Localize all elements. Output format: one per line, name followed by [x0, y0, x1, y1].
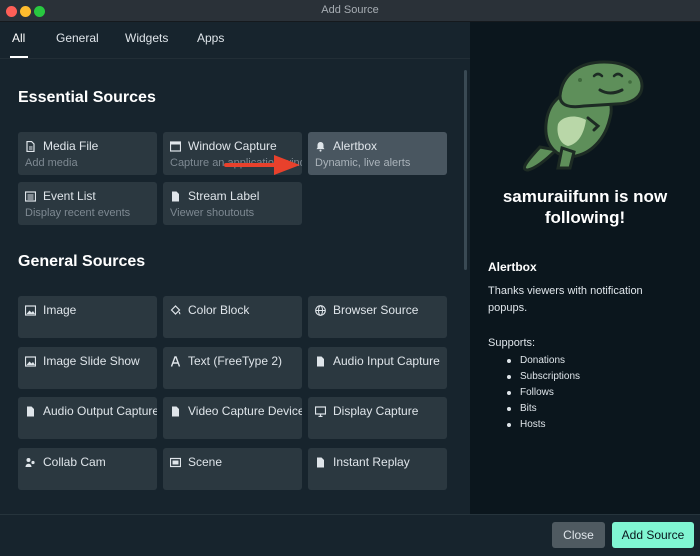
source-card-label: Image Slide Show [43, 354, 140, 368]
file-icon [317, 457, 324, 467]
source-card-label: Text (FreeType 2) [188, 354, 283, 368]
source-card-text-freetype[interactable]: Text (FreeType 2) [163, 347, 302, 389]
source-card-browser-source[interactable]: Browser Source [308, 296, 447, 338]
source-card-description: Display recent events [25, 207, 131, 219]
tabs-divider [0, 58, 470, 59]
dinosaur-mascot-icon [523, 60, 644, 172]
globe-icon [315, 304, 326, 316]
source-card-display-capture[interactable]: Display Capture [308, 397, 447, 439]
monitor-icon [315, 405, 326, 417]
source-preview-pane: samuraiifunn is now following! Alertbox … [470, 22, 700, 514]
file-icon [172, 406, 179, 416]
window-title: Add Source [321, 4, 379, 16]
source-card-label: Audio Input Capture [333, 354, 440, 368]
title-bar: Add Source [0, 0, 700, 22]
tab-general[interactable]: General [56, 31, 99, 45]
alert-preview-message: samuraiifunn is now following! [470, 186, 700, 228]
paint-bucket-icon [170, 304, 181, 315]
source-card-image[interactable]: Image [18, 296, 157, 338]
sources-pane: All General Widgets Apps Essential Sourc… [0, 22, 470, 514]
text-icon [170, 355, 181, 367]
bell-icon [316, 141, 325, 152]
users-icon [25, 457, 35, 467]
list-item: Donations [504, 353, 580, 369]
source-card-label: Browser Source [333, 303, 419, 317]
close-button[interactable]: Close [552, 522, 605, 548]
essential-sources-heading: Essential Sources [18, 89, 156, 106]
list-icon [25, 190, 36, 202]
source-card-media-file[interactable]: Media File Add media [18, 132, 157, 175]
source-card-label: Collab Cam [43, 455, 106, 469]
source-card-audio-output-capture[interactable]: Audio Output Capture [18, 397, 157, 439]
source-card-scene[interactable]: Scene [163, 448, 302, 490]
source-card-description: Dynamic, live alerts [315, 157, 411, 169]
file-icon [27, 406, 34, 416]
file-icon [172, 191, 179, 201]
source-card-label: Alertbox [333, 139, 378, 153]
tab-apps[interactable]: Apps [197, 31, 224, 45]
source-card-label: Image [43, 303, 77, 317]
source-card-collab-cam[interactable]: Collab Cam [18, 448, 157, 490]
source-card-label: Media File [43, 139, 99, 153]
image-icon [25, 355, 36, 367]
list-item: Subscriptions [504, 369, 580, 385]
source-card-description: Add media [25, 157, 78, 169]
supports-list: Donations Subscriptions Follows Bits Hos… [504, 353, 580, 433]
preview-heading: Alertbox [488, 260, 537, 274]
file-icon [26, 140, 35, 152]
scene-icon [170, 457, 181, 467]
source-card-label: Window Capture [188, 139, 277, 153]
source-card-label: Event List [43, 189, 96, 203]
preview-description: Thanks viewers with notification popups. [488, 285, 643, 314]
source-card-label: Audio Output Capture [43, 404, 157, 418]
source-card-label: Display Capture [333, 404, 419, 418]
source-card-label: Video Capture Device [188, 404, 302, 418]
list-item: Bits [504, 401, 580, 417]
general-sources-heading: General Sources [18, 253, 146, 270]
alert-preview-line: samuraiifunn is now [502, 187, 668, 206]
image-icon [25, 304, 36, 316]
source-card-label: Scene [188, 455, 223, 469]
file-icon [317, 356, 324, 366]
dialog-footer: Close Add Source [0, 514, 700, 556]
source-card-alertbox[interactable]: Alertbox Dynamic, live alerts [308, 132, 447, 175]
source-card-image-slide-show[interactable]: Image Slide Show [18, 347, 157, 389]
list-item: Follows [504, 385, 580, 401]
tab-all[interactable]: All [12, 31, 25, 45]
add-source-button[interactable]: Add Source [612, 522, 694, 548]
source-card-label: Color Block [188, 303, 250, 317]
add-source-window: Add Source All General Widgets Apps Esse… [0, 0, 700, 556]
window-icon [170, 140, 181, 152]
list-item: Hosts [504, 417, 580, 433]
source-card-audio-input-capture[interactable]: Audio Input Capture [308, 347, 447, 389]
tab-widgets[interactable]: Widgets [125, 31, 168, 45]
source-card-label: Stream Label [188, 189, 260, 203]
annotation-arrow-icon [224, 155, 300, 175]
source-card-label: Instant Replay [333, 455, 410, 469]
source-card-instant-replay[interactable]: Instant Replay [308, 448, 447, 490]
source-card-event-list[interactable]: Event List Display recent events [18, 182, 157, 225]
source-card-stream-label[interactable]: Stream Label Viewer shoutouts [163, 182, 302, 225]
alert-preview-line: following! [544, 208, 626, 227]
source-card-description: Viewer shoutouts [170, 207, 255, 219]
sources-scrollbar[interactable] [464, 70, 467, 270]
supports-label: Supports: [488, 337, 536, 349]
source-card-color-block[interactable]: Color Block [163, 296, 302, 338]
category-tabs: All General Widgets Apps [0, 22, 470, 59]
source-card-video-capture-device[interactable]: Video Capture Device [163, 397, 302, 439]
